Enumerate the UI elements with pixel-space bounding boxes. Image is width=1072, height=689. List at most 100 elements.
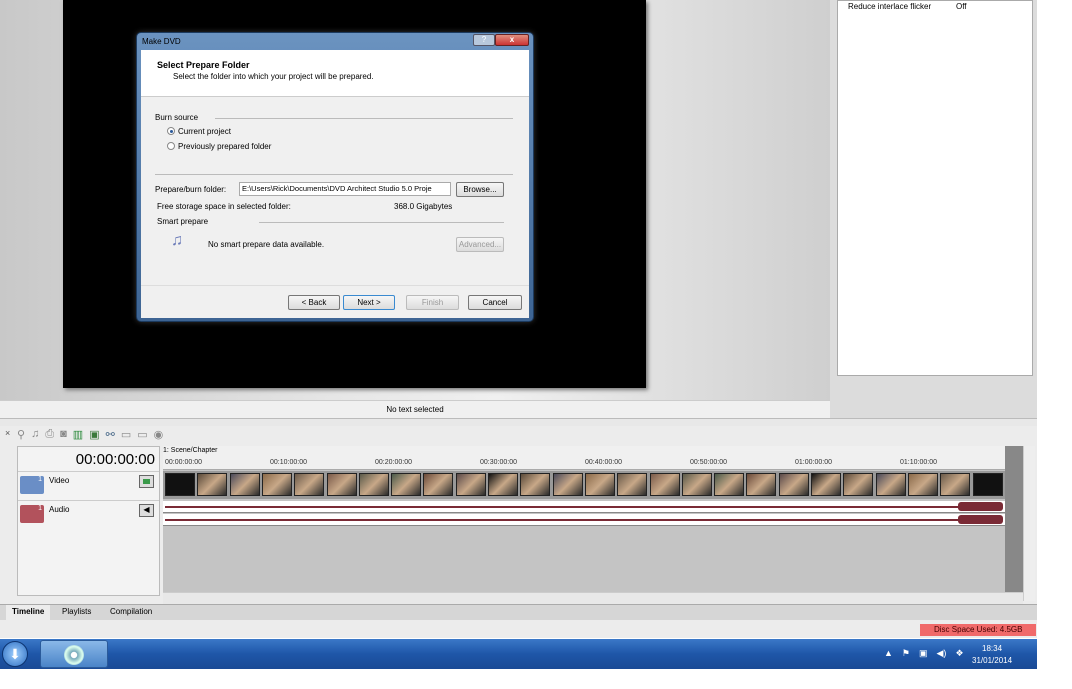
- taskbar-app-dvd-architect[interactable]: [40, 640, 108, 668]
- property-name: Reduce interlace flicker: [848, 2, 932, 11]
- video-thumbnail[interactable]: [584, 473, 615, 496]
- video-thumbnail[interactable]: [875, 473, 906, 496]
- close-panel-icon[interactable]: ×: [5, 428, 10, 438]
- option-previously-prepared[interactable]: Previously prepared folder: [178, 142, 271, 151]
- next-button[interactable]: Next >: [343, 295, 395, 310]
- video-thumbnail[interactable]: [843, 473, 874, 496]
- marker-tool-icon[interactable]: ⚲: [17, 428, 25, 446]
- flag-icon[interactable]: ⚑: [902, 648, 910, 659]
- back-button[interactable]: < Back: [288, 295, 340, 310]
- video-thumbnail[interactable]: [552, 473, 583, 496]
- video-thumbnail[interactable]: [488, 473, 518, 496]
- video-thumbnail[interactable]: [811, 473, 841, 496]
- video-thumbnail[interactable]: [520, 473, 551, 496]
- audio-track-left[interactable]: [163, 501, 1005, 513]
- timeline-tracks[interactable]: 1: Scene/Chapter 00:00:00:00 00:10:00:00 0…: [163, 446, 1023, 592]
- video-thumbnail[interactable]: [746, 473, 777, 496]
- audio-track-right[interactable]: [163, 514, 1005, 526]
- show-hidden-icon[interactable]: ▲: [884, 648, 893, 659]
- timecode-display: 00:00:00:00: [75, 451, 155, 468]
- video-thumbnail[interactable]: [391, 473, 422, 496]
- video-track-header[interactable]: 1 Video: [18, 471, 159, 499]
- video-thumbnail[interactable]: [907, 473, 938, 496]
- horizontal-scrollbar[interactable]: [163, 592, 1023, 604]
- clock[interactable]: 18:34 31/01/2014: [972, 643, 1012, 667]
- video-track-icon: 1: [20, 476, 44, 494]
- video-thumbnail[interactable]: [972, 473, 1003, 496]
- edit-icon[interactable]: ▭: [137, 428, 147, 446]
- video-thumbnail[interactable]: [617, 473, 648, 496]
- video-thumbnail[interactable]: [358, 473, 389, 496]
- track-headers: 00:00:00:00 1 Video 1 Audio ◀: [17, 446, 160, 596]
- video-thumbnail[interactable]: [649, 473, 680, 496]
- ruler-label: 00:00:00:00: [165, 459, 202, 466]
- dialog-subheading: Select the folder into which your projec…: [173, 72, 374, 81]
- dialog-header: Select Prepare Folder Select the folder …: [141, 50, 529, 97]
- print-icon[interactable]: ⎙: [45, 428, 54, 446]
- tab-playlists[interactable]: Playlists: [56, 605, 97, 620]
- timeline-panel: × ⚲ ♫ ⎙ ◙ ▥ ▣ ⚯ ▭ ▭ ◉ 00:00:00:00 1 Vide…: [0, 426, 1037, 620]
- option-current-project[interactable]: Current project: [178, 127, 231, 136]
- radio-previously-prepared[interactable]: [167, 142, 175, 150]
- video-thumbnail[interactable]: [326, 473, 357, 496]
- video-thumbnail[interactable]: [197, 473, 228, 496]
- refresh-icon[interactable]: ◉: [154, 428, 164, 446]
- system-tray: ▲ ⚑ ▣ ◀) ❖: [884, 648, 964, 659]
- music-icon[interactable]: ♫: [31, 428, 39, 446]
- smart-prepare-icon: ♫: [171, 232, 183, 249]
- network-icon[interactable]: ▣: [919, 648, 928, 659]
- ruler-label: 00:20:00:00: [375, 459, 412, 466]
- compilation-icon[interactable]: ▣: [89, 428, 99, 446]
- panel-splitter[interactable]: [0, 418, 1037, 426]
- insert-chapter-icon[interactable]: ▥: [73, 428, 83, 446]
- browse-button[interactable]: Browse...: [456, 182, 504, 197]
- audio-track-number: 1: [38, 505, 42, 512]
- video-thumbnail[interactable]: [261, 473, 292, 496]
- free-space-value: 368.0 Gigabytes: [394, 202, 453, 211]
- ruler-label: 00:40:00:00: [585, 459, 622, 466]
- audio-track-header[interactable]: 1 Audio ◀: [18, 500, 159, 528]
- video-thumbnail[interactable]: [778, 473, 809, 496]
- ruler-label: 00:10:00:00: [270, 459, 307, 466]
- cancel-button[interactable]: Cancel: [468, 295, 522, 310]
- taskbar: ⬇ ▲ ⚑ ▣ ◀) ❖ 18:34 31/01/2014: [0, 639, 1037, 669]
- advanced-button[interactable]: Advanced...: [456, 237, 504, 252]
- video-thumbnail[interactable]: [229, 473, 260, 496]
- folder-input[interactable]: E:\Users\Rick\Documents\DVD Architect St…: [239, 182, 451, 196]
- video-toggle-icon[interactable]: [139, 475, 154, 488]
- properties-panel: Reduce interlace flicker Off: [830, 0, 1037, 420]
- smart-prepare-label: Smart prepare: [157, 217, 209, 226]
- video-track[interactable]: [163, 471, 1005, 499]
- video-thumbnail[interactable]: [714, 473, 745, 496]
- chapter-marker[interactable]: 1: Scene/Chapter: [163, 447, 217, 454]
- make-dvd-dialog: Make DVD ? x Select Prepare Folder Selec…: [136, 32, 534, 322]
- radio-current-project[interactable]: [167, 127, 175, 135]
- start-button[interactable]: ⬇: [2, 641, 28, 667]
- smart-prepare-text: No smart prepare data available.: [208, 240, 325, 249]
- vertical-scrollbar[interactable]: [1023, 446, 1035, 601]
- video-thumbnail[interactable]: [423, 473, 454, 496]
- close-button[interactable]: x: [495, 34, 529, 46]
- help-button[interactable]: ?: [473, 34, 495, 46]
- ruler-label: 00:50:00:00: [690, 459, 727, 466]
- properties-list: Reduce interlace flicker Off: [837, 0, 1033, 376]
- tab-compilation[interactable]: Compilation: [104, 605, 158, 620]
- finish-button[interactable]: Finish: [406, 295, 459, 310]
- speaker-icon[interactable]: ◀: [139, 504, 154, 517]
- video-track-label: Video: [49, 476, 70, 485]
- video-thumbnail[interactable]: [455, 473, 486, 496]
- clock-time: 18:34: [982, 644, 1003, 653]
- disc-space-indicator: Disc Space Used: 4.5GB: [920, 624, 1036, 636]
- video-thumbnail[interactable]: [681, 473, 712, 496]
- volume-icon[interactable]: ◀): [937, 648, 947, 659]
- dropbox-icon[interactable]: ❖: [955, 648, 963, 659]
- time-ruler[interactable]: 1: Scene/Chapter 00:00:00:00 00:10:00:00 0…: [163, 446, 1023, 470]
- property-value[interactable]: Off: [956, 2, 967, 11]
- search-icon[interactable]: ⚯: [106, 428, 115, 446]
- video-thumbnail[interactable]: [165, 473, 195, 496]
- cut-icon[interactable]: ▭: [121, 428, 131, 446]
- tab-timeline[interactable]: Timeline: [6, 605, 51, 620]
- video-thumbnail[interactable]: [294, 473, 325, 496]
- disc-icon[interactable]: ◙: [60, 428, 67, 446]
- video-thumbnail[interactable]: [940, 473, 971, 496]
